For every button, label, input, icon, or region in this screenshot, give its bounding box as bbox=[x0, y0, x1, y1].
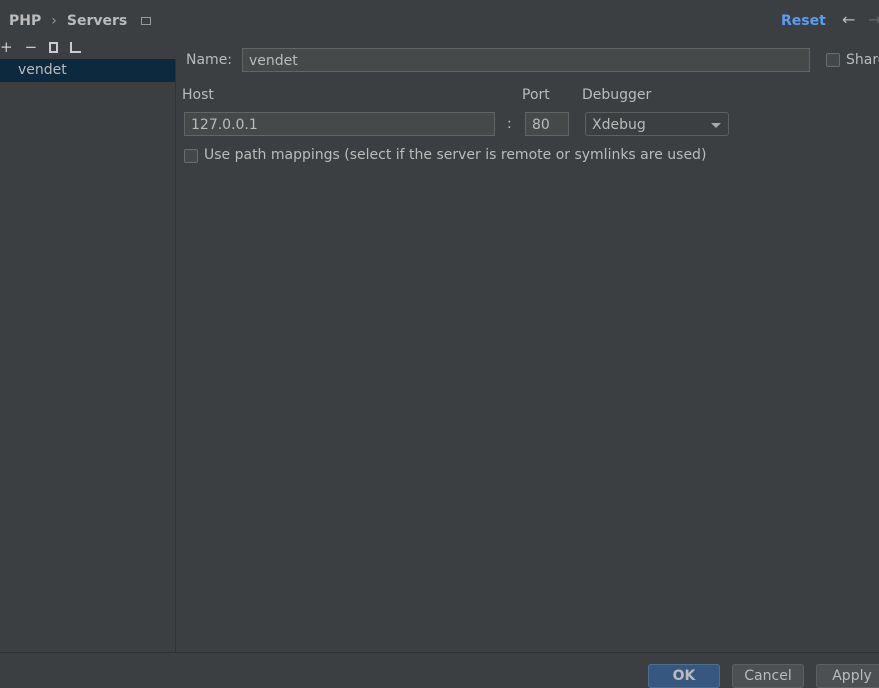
breadcrumb-servers: Servers bbox=[66, 13, 128, 29]
debugger-label: Debugger bbox=[582, 87, 652, 103]
project-scope-icon bbox=[141, 17, 152, 25]
debugger-value: Xdebug bbox=[592, 117, 646, 133]
breadcrumb-php[interactable]: PHP bbox=[9, 13, 41, 29]
import-icon[interactable] bbox=[70, 41, 82, 53]
share-checkbox[interactable] bbox=[826, 53, 840, 67]
reset-link[interactable]: Reset bbox=[781, 13, 826, 29]
servers-toolbar: + − bbox=[0, 38, 82, 56]
apply-button[interactable]: Apply bbox=[816, 664, 879, 688]
debugger-select[interactable]: Xdebug bbox=[585, 112, 729, 136]
name-label: Name: bbox=[186, 52, 233, 68]
back-arrow-icon[interactable]: ← bbox=[842, 10, 855, 29]
remove-icon[interactable]: − bbox=[25, 38, 38, 56]
host-port-separator: : bbox=[507, 116, 512, 132]
port-label: Port bbox=[522, 87, 550, 103]
breadcrumb: PHP › Servers bbox=[9, 13, 152, 29]
server-item-vendet[interactable]: vendet bbox=[0, 59, 175, 82]
cancel-button[interactable]: Cancel bbox=[732, 664, 804, 688]
breadcrumb-separator: › bbox=[51, 13, 57, 29]
host-label: Host bbox=[182, 87, 214, 103]
path-mappings-label[interactable]: Use path mappings (select if the server … bbox=[204, 147, 706, 163]
forward-arrow-icon[interactable]: → bbox=[868, 10, 879, 29]
path-mappings-checkbox[interactable] bbox=[184, 149, 198, 163]
name-input[interactable]: vendet bbox=[242, 48, 810, 72]
ok-button[interactable]: OK bbox=[648, 664, 720, 688]
host-input[interactable]: 127.0.0.1 bbox=[184, 112, 495, 136]
port-input[interactable]: 80 bbox=[525, 112, 569, 136]
footer-divider bbox=[0, 652, 879, 653]
share-label: Share bbox=[846, 52, 879, 68]
add-icon[interactable]: + bbox=[0, 38, 13, 56]
copy-icon[interactable] bbox=[49, 41, 59, 53]
servers-list: vendet bbox=[0, 59, 176, 652]
chevron-down-icon bbox=[711, 123, 721, 128]
